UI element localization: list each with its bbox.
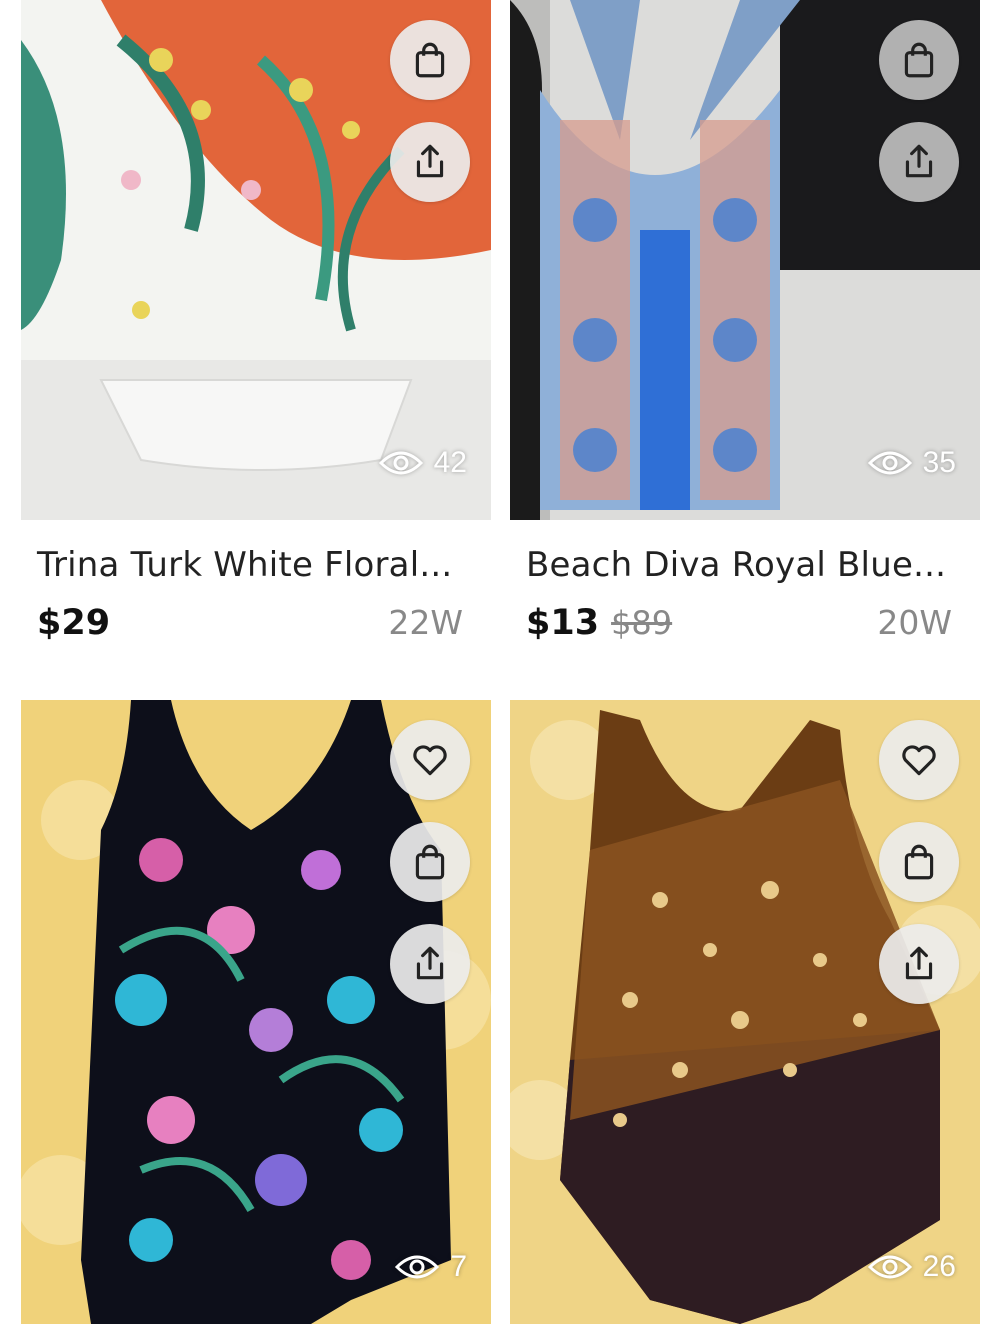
bag-icon <box>415 42 445 78</box>
heart-icon <box>902 745 936 776</box>
listing-size: 22W <box>388 603 463 642</box>
add-to-bag-button[interactable] <box>390 20 470 100</box>
listing-photo[interactable]: 7 <box>21 700 491 1324</box>
listing-photo[interactable]: 42 <box>21 0 491 520</box>
view-count-value: 42 <box>433 446 467 479</box>
share-icon <box>416 946 444 980</box>
bag-icon <box>904 844 934 880</box>
listing-card[interactable]: 26 <box>510 700 980 1324</box>
share-icon <box>905 144 933 178</box>
original-price: $89 <box>611 604 673 642</box>
eye-icon <box>378 451 423 475</box>
eye-icon <box>867 451 912 475</box>
price-row: $13 $89 20W <box>526 603 952 643</box>
like-button[interactable] <box>879 720 959 800</box>
view-count: 26 <box>867 1250 956 1284</box>
listing-card[interactable]: 42 Trina Turk White Floral... $29 22W <box>21 0 491 660</box>
view-count: 7 <box>394 1250 467 1284</box>
listing-price: $13 <box>526 603 600 643</box>
bag-icon <box>415 844 445 880</box>
view-count-value: 7 <box>450 1250 467 1283</box>
view-count-value: 26 <box>922 1250 956 1283</box>
share-button[interactable] <box>390 924 470 1004</box>
listing-size: 20W <box>877 603 952 642</box>
bag-icon <box>904 42 934 78</box>
share-button[interactable] <box>879 924 959 1004</box>
listing-card[interactable]: 7 <box>21 700 491 1324</box>
eye-icon <box>395 1255 440 1279</box>
add-to-bag-button[interactable] <box>879 822 959 902</box>
view-count-value: 35 <box>922 446 956 479</box>
add-to-bag-button[interactable] <box>390 822 470 902</box>
share-button[interactable] <box>879 122 959 202</box>
share-button[interactable] <box>390 122 470 202</box>
eye-icon <box>867 1255 912 1279</box>
share-icon <box>416 144 444 178</box>
view-count: 35 <box>867 446 956 480</box>
share-icon <box>905 946 933 980</box>
heart-icon <box>413 745 447 776</box>
like-button[interactable] <box>390 720 470 800</box>
listing-photo[interactable]: 35 <box>510 0 980 520</box>
price-row: $29 22W <box>37 603 463 643</box>
view-count: 42 <box>378 446 467 480</box>
listing-title[interactable]: Trina Turk White Floral... <box>37 545 452 585</box>
listing-title[interactable]: Beach Diva Royal Blue... <box>526 545 946 585</box>
listing-price: $29 <box>37 603 111 643</box>
add-to-bag-button[interactable] <box>879 20 959 100</box>
listing-card[interactable]: 35 Beach Diva Royal Blue... $13 $89 20W <box>510 0 980 660</box>
listing-photo[interactable]: 26 <box>510 700 980 1324</box>
